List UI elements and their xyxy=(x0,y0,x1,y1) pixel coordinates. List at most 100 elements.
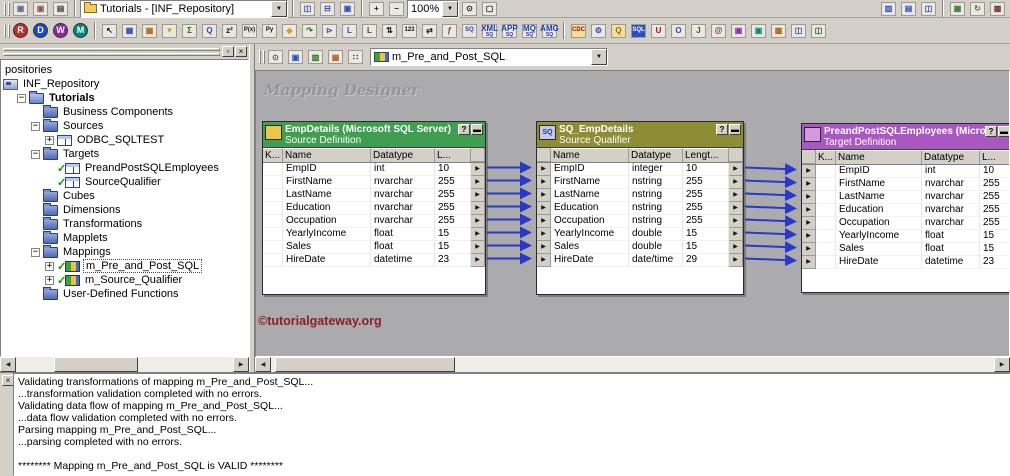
arrange-iconic-icon[interactable]: ▦ xyxy=(326,48,345,66)
port-arrow-button[interactable]: ▶ xyxy=(471,228,485,241)
port-arrow-button[interactable]: ▶ xyxy=(802,165,816,178)
port-arrow-button[interactable]: ▶ xyxy=(729,176,743,189)
dropdown-arrow-icon[interactable]: ▼ xyxy=(271,0,287,17)
zoom-tool-icon[interactable]: ⊙ xyxy=(266,48,285,66)
port-row[interactable]: Sales float 15 ▶ xyxy=(263,241,485,254)
port-arrow-button[interactable]: ▶ xyxy=(729,228,743,241)
port-arrow-button[interactable]: ▶ xyxy=(471,163,485,176)
tree-item-inf-repository[interactable]: INF_Repository xyxy=(1,77,248,91)
tree-item-label[interactable]: m_Source_Qualifier xyxy=(83,274,184,286)
port-arrow-button[interactable]: ▶ xyxy=(471,189,485,202)
port-row[interactable]: ▶ LastName nstring 255 ▶ xyxy=(537,189,743,202)
port-row[interactable]: ▶ HireDate datetime 23 xyxy=(802,256,1009,269)
arrange-workspace-icon[interactable]: ▥ xyxy=(306,48,325,66)
port-arrow-button[interactable]: ▶ xyxy=(471,254,485,267)
sql-transformation-icon[interactable]: SQL xyxy=(629,22,648,40)
tree-item-m-source-qualifier[interactable]: + ✓ m_Source_Qualifier xyxy=(1,273,248,287)
port-arrow-button[interactable]: ▶ xyxy=(537,215,551,228)
port-arrow-button[interactable]: ▶ xyxy=(537,254,551,267)
options-icon[interactable]: ▩ xyxy=(988,0,1007,18)
dock-panel-button[interactable]: ▫ xyxy=(222,46,234,57)
table-header[interactable]: PreandPostSQLEmployees (Micro... Target … xyxy=(802,124,1009,150)
refresh-icon[interactable]: ↻ xyxy=(968,0,987,18)
lookup-dynamic-icon[interactable]: L xyxy=(360,22,379,40)
tree-horizontal-scrollbar[interactable]: ◀ ▶ xyxy=(0,357,249,372)
collapse-icon[interactable]: − xyxy=(31,247,40,257)
tree-item-transformations[interactable]: Transformations xyxy=(1,216,248,231)
scroll-track[interactable] xyxy=(271,357,994,372)
joiner-transformation-icon[interactable]: ⊳ xyxy=(320,22,339,40)
union-transformation-icon[interactable]: U xyxy=(649,22,668,40)
update-strategy-icon[interactable]: ↷ xyxy=(300,22,319,40)
port-arrow-button[interactable]: ▶ xyxy=(537,189,551,202)
lookup-unconnected-icon[interactable]: L xyxy=(340,22,359,40)
cdc-source-icon[interactable]: CDC xyxy=(569,22,588,40)
tree-item-cubes[interactable]: Cubes xyxy=(1,188,248,203)
port-row[interactable]: ▶ EmpID integer 10 ▶ xyxy=(537,163,743,176)
data-quality-icon[interactable]: Q xyxy=(609,22,628,40)
port-arrow-button[interactable]: ▶ xyxy=(729,163,743,176)
collapse-icon[interactable]: − xyxy=(31,149,40,159)
rank-transformation-icon[interactable]: P(x) xyxy=(240,22,259,40)
aggregator-transformation-icon[interactable]: Σ xyxy=(180,22,199,40)
tree-item-business-components[interactable]: Business Components xyxy=(1,104,248,119)
expand-icon[interactable]: + xyxy=(45,261,54,271)
toggle-navigator-icon[interactable]: ◫ xyxy=(298,0,317,18)
port-arrow-button[interactable]: ▶ xyxy=(729,202,743,215)
port-arrow-button[interactable]: ▶ xyxy=(802,243,816,256)
table-header[interactable]: SQ SQ_EmpDetails Source Qualifier ? ▬ xyxy=(537,122,743,148)
http-transformation-icon[interactable]: @ xyxy=(709,22,728,40)
port-row[interactable]: Education nvarchar 255 ▶ xyxy=(263,202,485,215)
tree-item-mapplets[interactable]: Mapplets xyxy=(1,230,248,245)
application-source-qualifier-icon[interactable]: APP SQ xyxy=(500,22,519,40)
sorter-transformation-icon[interactable]: ⇅ xyxy=(380,22,399,40)
repository-manager-icon[interactable]: R xyxy=(11,22,30,40)
port-arrow-button[interactable]: ▶ xyxy=(729,241,743,254)
canvas-horizontal-scrollbar[interactable]: ◀ ▶ xyxy=(255,357,1010,372)
create-source-icon[interactable]: ▦ xyxy=(120,22,139,40)
port-row[interactable]: FirstName nvarchar 255 ▶ xyxy=(263,176,485,189)
port-row[interactable]: ▶ YearlyIncome double 15 ▶ xyxy=(537,228,743,241)
router-transformation-icon[interactable]: Py xyxy=(260,22,279,40)
tree-item-positories[interactable]: positories xyxy=(1,63,248,77)
zoom-out-icon[interactable]: − xyxy=(387,0,406,18)
collapse-icon[interactable]: − xyxy=(31,121,40,131)
tree-item-targets[interactable]: − Targets xyxy=(1,146,248,161)
scroll-thumb[interactable] xyxy=(275,357,455,372)
zoom-level-combo[interactable]: 100% ▼ xyxy=(407,0,459,18)
expand-icon[interactable]: + xyxy=(45,275,54,285)
port-row[interactable]: ▶ Education nstring 255 ▶ xyxy=(537,202,743,215)
normalizer-transformation-icon[interactable]: ◆ xyxy=(280,22,299,40)
tree-item-odbc-sqltest[interactable]: + ODBC_SQLTEST xyxy=(1,133,248,147)
table-help-button[interactable]: ? xyxy=(716,124,728,135)
port-arrow-button[interactable]: ▶ xyxy=(729,215,743,228)
tree-item-label[interactable]: Business Components xyxy=(61,106,175,118)
mapping-selector-combo[interactable]: m_Pre_and_Post_SQL ▼ xyxy=(370,48,608,66)
table-minimize-button[interactable]: ▬ xyxy=(998,126,1009,137)
port-arrow-button[interactable]: ▶ xyxy=(802,191,816,204)
toolbar-grip[interactable] xyxy=(3,1,10,17)
mq-source-qualifier-icon[interactable]: MQ SQ xyxy=(520,22,539,40)
zoom-rect-icon[interactable]: ⊙ xyxy=(460,0,479,18)
mapping-canvas[interactable]: Mapping Designer EmpDetails (Microsoft S… xyxy=(255,70,1010,357)
table-help-button[interactable]: ? xyxy=(458,124,470,135)
port-row[interactable]: ▶ Occupation nstring 255 ▶ xyxy=(537,215,743,228)
source-qualifier-icon[interactable]: SQ xyxy=(460,22,479,40)
unstructured-data-icon[interactable]: O xyxy=(669,22,688,40)
tree-item-label[interactable]: Sources xyxy=(61,120,105,132)
port-arrow-button[interactable]: ▶ xyxy=(802,256,816,269)
port-arrow-button[interactable]: ▶ xyxy=(537,241,551,254)
scroll-thumb[interactable] xyxy=(54,357,138,372)
validation-log[interactable]: Validating transformations of mapping m_… xyxy=(13,373,1010,476)
custom-transformation-icon[interactable]: ⚙ xyxy=(589,22,608,40)
port-row[interactable]: ▶ EmpID int 10 xyxy=(802,165,1009,178)
transaction-control-icon[interactable]: ⇄ xyxy=(420,22,439,40)
check-in-icon[interactable]: ▣ xyxy=(31,0,50,18)
link-columns-icon[interactable]: ∷ xyxy=(346,48,365,66)
new-window-icon[interactable]: ▦ xyxy=(948,0,967,18)
table-help-button[interactable]: ? xyxy=(985,126,997,137)
port-row[interactable]: LastName nvarchar 255 ▶ xyxy=(263,189,485,202)
tree-item-label[interactable]: Mapplets xyxy=(61,232,110,244)
expression-transformation-icon[interactable]: z² xyxy=(220,22,239,40)
close-panel-button[interactable]: × xyxy=(235,46,247,57)
